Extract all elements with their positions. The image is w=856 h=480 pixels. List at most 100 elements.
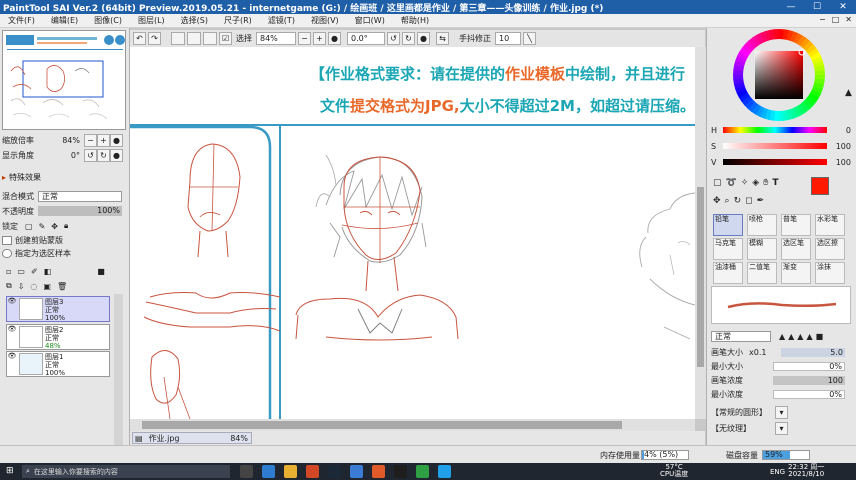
selection-checkbox[interactable]: ☑ (219, 32, 232, 45)
wheel-scroll-icon[interactable]: ▲ (845, 88, 852, 98)
text-icon[interactable]: T (772, 178, 778, 188)
menu-view[interactable]: 视图(V) (303, 15, 347, 26)
move-icon[interactable]: ✥ (713, 196, 721, 206)
clip-row[interactable]: 创建剪贴蒙版 (2, 234, 126, 246)
edge-icon[interactable] (262, 465, 275, 478)
maximize-button[interactable]: ☐ (804, 0, 830, 14)
vertical-scroll-thumb[interactable] (697, 187, 704, 367)
clip-checkbox[interactable] (2, 235, 12, 245)
brush-slot[interactable]: 马克笔 (713, 238, 743, 260)
eye-icon[interactable]: 👁︎ (7, 352, 17, 376)
lock-all-icon[interactable]: 🔒︎ (64, 221, 68, 231)
nav-zoom-in-button[interactable]: + (97, 133, 110, 147)
shape-label[interactable]: 【常规的圆形】 (711, 407, 775, 418)
zoom-in-button[interactable]: + (313, 32, 326, 45)
opacity-slider[interactable]: 100% (38, 206, 122, 216)
brush-slot[interactable]: 油漆桶 (713, 262, 743, 284)
rotate-left-button[interactable]: ↺ (387, 32, 400, 45)
vertical-scrollbar[interactable] (695, 47, 706, 419)
rotate-reset-button[interactable]: ● (417, 32, 430, 45)
zoom-select[interactable]: 84% (256, 32, 296, 45)
saturation-slider[interactable] (723, 143, 827, 149)
drawing-canvas[interactable]: 【作业格式要求：请在提供的作业模板中绘制，并且进行 文件提交格式为JPG,大小不… (130, 47, 695, 419)
select-rect-icon[interactable]: ▢ (713, 178, 722, 188)
doc-restore-button[interactable]: □ (832, 15, 840, 24)
delete-layer-icon[interactable]: 🗑︎ (57, 282, 67, 291)
hue-slider[interactable] (723, 127, 827, 133)
magic-wand-icon[interactable]: ✧ (741, 178, 749, 188)
layer-option-icon[interactable]: ■ (97, 267, 105, 276)
nav-zoom-reset-button[interactable]: ● (110, 133, 123, 147)
qq-icon[interactable] (438, 465, 451, 478)
fill-layer-icon[interactable]: ▣ (43, 282, 51, 291)
texture-dropdown-icon[interactable]: ▾ (775, 421, 788, 435)
menu-help[interactable]: 帮助(H) (393, 15, 437, 26)
texture-label[interactable]: 【无纹理】 (711, 423, 775, 434)
invert-selection-button[interactable] (187, 32, 201, 45)
brush-slot[interactable]: 选区笔 (781, 238, 811, 260)
brush-slot[interactable]: 普笔 (781, 214, 811, 236)
explorer-icon[interactable] (284, 465, 297, 478)
brush-slot[interactable]: 二值笔 (747, 262, 777, 284)
menu-ruler[interactable]: 尺子(R) (216, 15, 260, 26)
sample-row[interactable]: 指定为选区样本 (2, 247, 126, 259)
nav-rotate-right-button[interactable]: ↻ (97, 148, 110, 162)
zoom-out-button[interactable]: − (298, 32, 311, 45)
start-icon[interactable]: ⊞ (6, 466, 14, 476)
nav-rotate-reset-button[interactable]: ● (110, 148, 123, 162)
rotate-right-button[interactable]: ↻ (402, 32, 415, 45)
menu-image[interactable]: 图像(C) (86, 15, 130, 26)
brush-blend-select[interactable]: 正常 (711, 330, 771, 342)
clock[interactable]: 22:32 周一 2021/8/10 (788, 464, 824, 478)
search-box[interactable]: ⌕ 在这里输入你要搜索的内容 (22, 465, 230, 478)
layer-scrollbar[interactable] (114, 294, 123, 460)
menu-file[interactable]: 文件(F) (0, 15, 43, 26)
lock-transparency-icon[interactable]: ▢ (25, 222, 33, 231)
app-icon[interactable] (372, 465, 385, 478)
language-indicator[interactable]: ENG (770, 468, 785, 476)
density-slider[interactable]: 100 (773, 375, 845, 385)
min-density-slider[interactable]: 0% (773, 389, 845, 399)
undo-button[interactable]: ↶ (133, 32, 146, 45)
nav-rotate-left-button[interactable]: ↺ (84, 148, 97, 162)
office-icon[interactable] (306, 465, 319, 478)
brush-size-mult[interactable]: x0.1 (749, 348, 781, 357)
brush-slot[interactable]: 选区擦 (815, 238, 845, 260)
min-size-slider[interactable]: 0% (773, 361, 845, 371)
new-mask-icon[interactable]: ◧ (44, 267, 52, 276)
brush-shape-icons[interactable]: ▲▲▲▲■ (779, 332, 826, 341)
sample-checkbox[interactable] (2, 248, 12, 258)
color-wheel[interactable] (707, 28, 856, 123)
zoom-reset-button[interactable]: ● (328, 32, 341, 45)
close-button[interactable]: ✕ (830, 0, 856, 14)
hand-icon[interactable]: ✋︎ (763, 178, 768, 188)
blend-mode-select[interactable]: 正常 (38, 190, 122, 202)
zoom-icon[interactable]: ⌕ (725, 196, 730, 206)
brush-slot[interactable]: 模糊 (747, 238, 777, 260)
new-layer-icon[interactable]: ▫ (6, 267, 11, 276)
wechat-icon[interactable] (416, 465, 429, 478)
menu-select[interactable]: 选择(S) (173, 15, 216, 26)
angle-select[interactable]: 0.0° (347, 32, 385, 45)
steam-icon[interactable] (328, 465, 341, 478)
effects-row[interactable]: ▸ 特殊效果 (2, 171, 126, 183)
stabilizer-select[interactable]: 10 (495, 32, 521, 45)
rotate-icon[interactable]: ↻ (734, 196, 742, 206)
task-view-icon[interactable] (240, 465, 253, 478)
brush-slot[interactable]: 喷枪 (747, 214, 777, 236)
merge-down-icon[interactable]: ⇩ (18, 282, 25, 291)
eyedropper-icon[interactable]: ✒ (757, 196, 765, 206)
horizontal-scroll-thumb[interactable] (142, 421, 622, 429)
terminal-icon[interactable] (394, 465, 407, 478)
minimize-button[interactable]: — (778, 0, 804, 14)
layer-item[interactable]: 👁︎ 图层3 正常 100% (6, 296, 110, 322)
doc-close-button[interactable]: ✕ (845, 15, 852, 24)
layer-item[interactable]: 👁︎ 图层2 正常 48% (6, 324, 110, 350)
clear-layer-icon[interactable]: ◌ (30, 282, 37, 291)
current-color-swatch[interactable] (811, 177, 829, 195)
redo-button[interactable]: ↷ (148, 32, 161, 45)
brush-slot[interactable]: 水彩笔 (815, 214, 845, 236)
brush-slot[interactable]: 铅笔 (713, 214, 743, 236)
value-slider[interactable] (723, 159, 827, 165)
layer-item[interactable]: 👁︎ 图层1 正常 100% (6, 351, 110, 377)
